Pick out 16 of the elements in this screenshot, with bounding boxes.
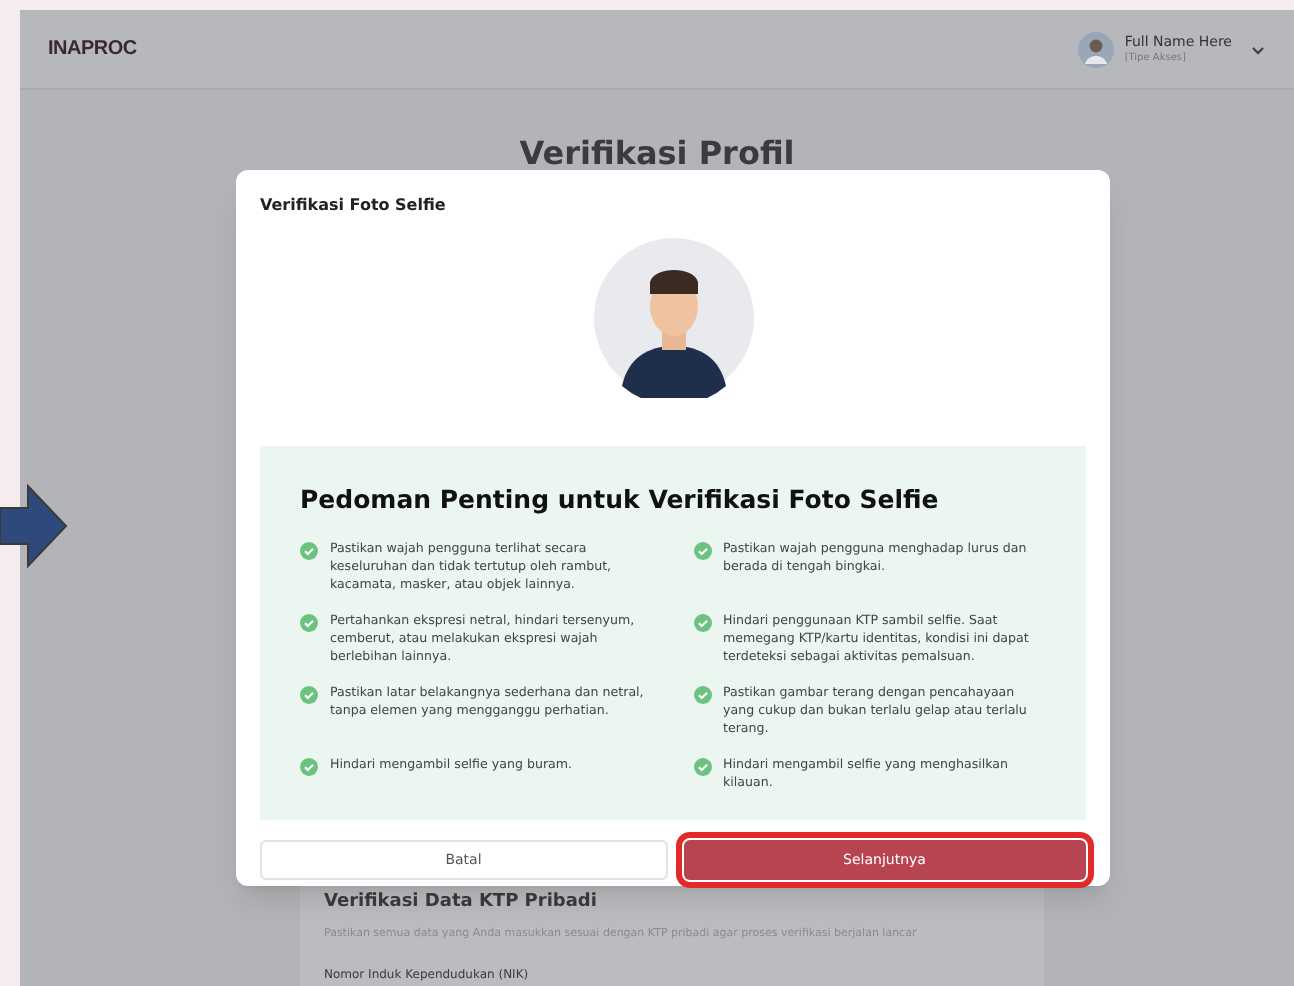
check-circle-icon	[693, 757, 711, 776]
dialog-title: Verifikasi Foto Selfie	[260, 194, 448, 218]
check-circle-icon	[693, 541, 711, 560]
avatar-icon	[1078, 31, 1115, 67]
check-circle-icon	[300, 757, 318, 776]
check-circle-icon	[693, 613, 711, 632]
check-circle-icon	[300, 685, 318, 704]
check-circle-icon	[300, 613, 318, 632]
page-title: Verifikasi Profil	[519, 132, 795, 176]
check-circle-icon	[300, 541, 318, 560]
guidelines-title: Pedoman Penting untuk Verifikasi Foto Selfie	[300, 482, 941, 518]
arrow-drawing	[0, 484, 68, 568]
chevron-down-icon[interactable]	[1250, 41, 1266, 57]
logo: INAPROC	[48, 36, 137, 64]
check-circle-icon	[693, 685, 711, 704]
section-title: Verifikasi Data KTP Pribadi	[324, 890, 599, 916]
